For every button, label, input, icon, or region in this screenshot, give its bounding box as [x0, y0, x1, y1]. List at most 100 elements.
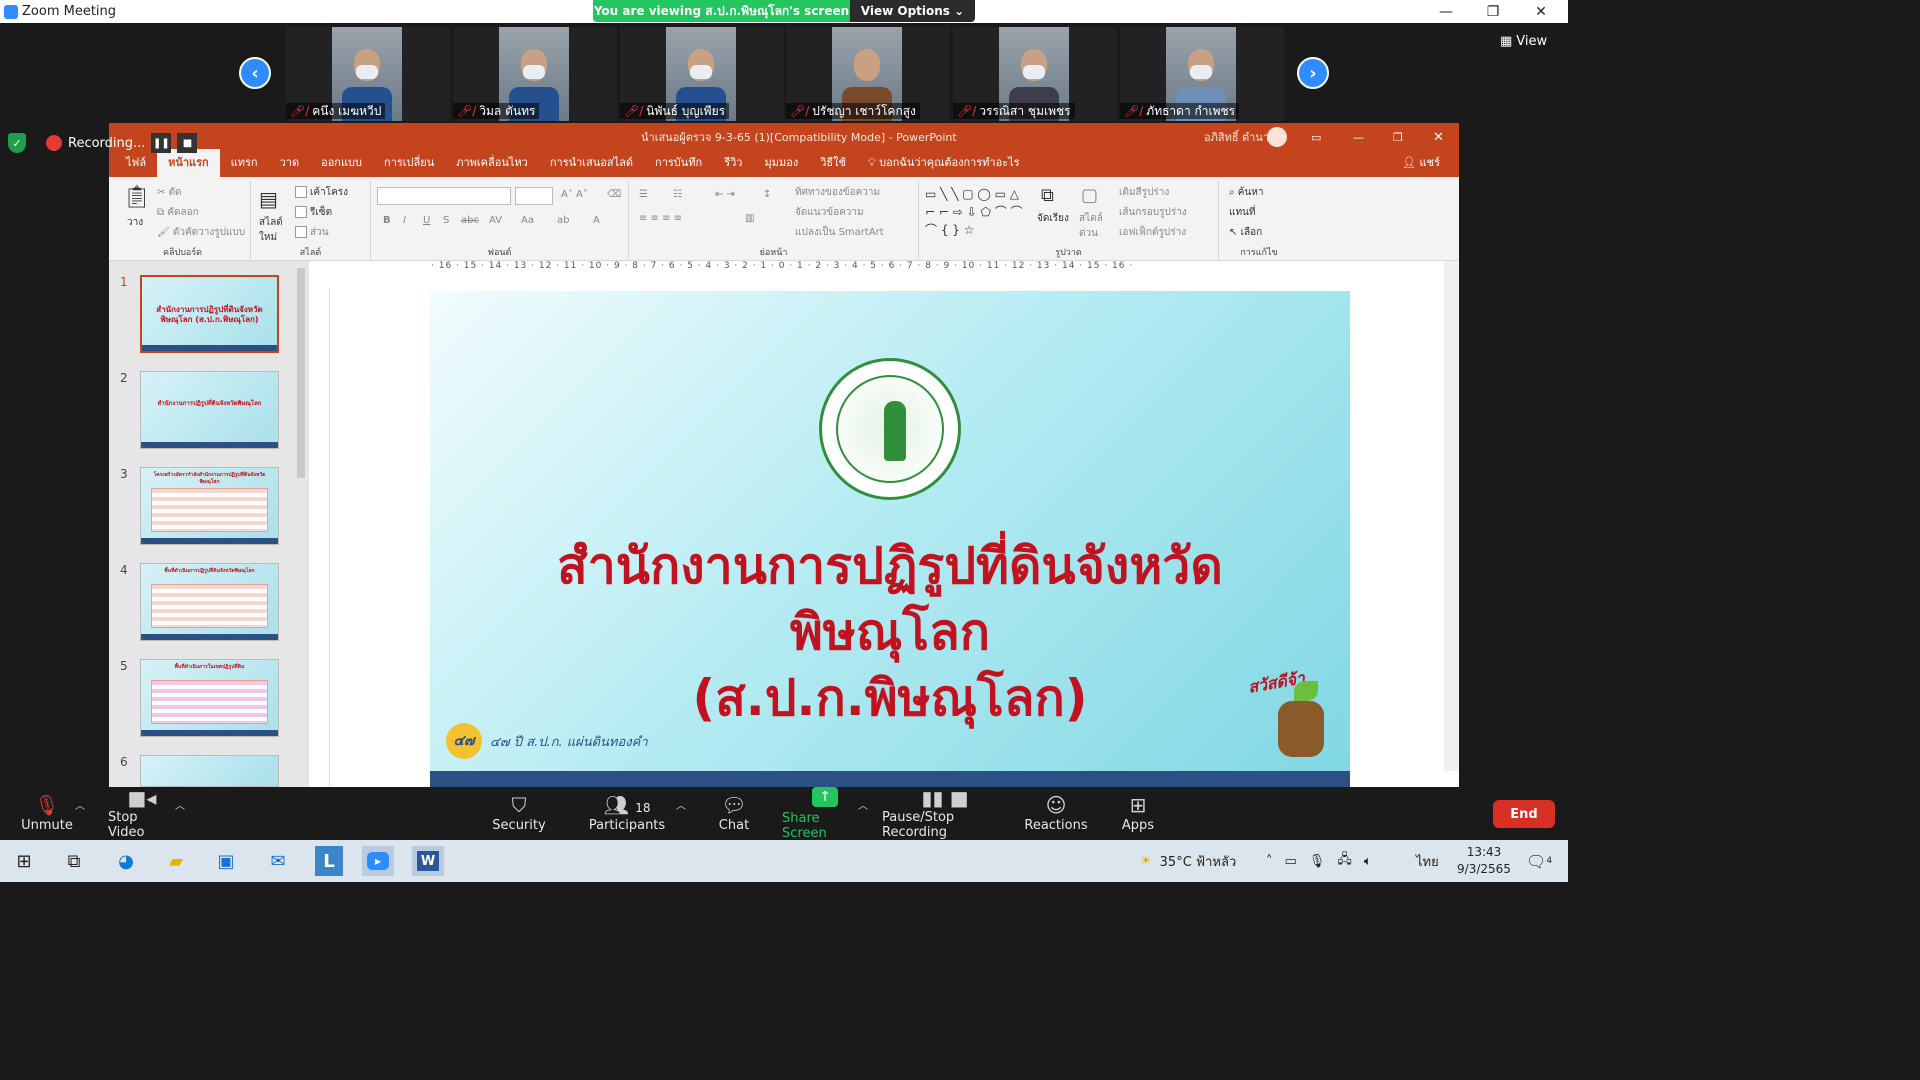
font-color-button[interactable]: A — [593, 215, 600, 226]
pause-stop-recording-button[interactable]: ▮▮ ■ Pause/Stop Recording — [882, 787, 1008, 840]
quick-styles-label[interactable]: สไตล์ด่วน — [1079, 211, 1109, 241]
tab-animations[interactable]: ภาพเคลื่อนไหว — [445, 149, 539, 177]
indent-buttons[interactable]: ⇤ ⇥ — [715, 189, 735, 200]
font-grow-button[interactable]: A˄ A˅ — [561, 189, 588, 200]
change-case-button[interactable]: Aa — [521, 215, 534, 226]
stop-recording-button[interactable]: ■ — [177, 133, 198, 153]
share-button[interactable]: 👤︎ แชร์ — [1391, 149, 1451, 177]
quick-styles-icon[interactable]: ▢ — [1081, 185, 1098, 206]
arrange-icon[interactable]: ⧉ — [1041, 185, 1054, 206]
tab-review[interactable]: รีวิว — [713, 149, 753, 177]
view-button[interactable]: ▦ View — [1500, 28, 1562, 54]
clock[interactable]: 13:43 9/3/2565 — [1456, 840, 1512, 882]
bold-button[interactable]: B — [383, 215, 391, 226]
numbering-button[interactable]: ☷ — [673, 189, 682, 200]
new-slide-label[interactable]: สไลด์ใหม่ — [259, 215, 289, 245]
apps-button[interactable]: ⊞ Apps — [1118, 787, 1158, 840]
participant-tile[interactable]: 🎤︎/ภัทธาดา กำเพชร — [1120, 27, 1284, 121]
file-explorer-icon[interactable]: ▰ — [160, 846, 192, 876]
slide-thumbnail[interactable]: โครงสร้างอัตรากำลังสำนักงานการปฏิรูปที่ด… — [140, 467, 279, 545]
text-direction-button[interactable]: ทิศทางของข้อความ — [795, 185, 880, 200]
slide-thumbnail[interactable]: พื้นที่ดำเนินการในเขตปฏิรูปที่ดิน — [140, 659, 279, 737]
security-button[interactable]: ⛉ Security — [490, 787, 548, 840]
prev-page-button[interactable]: ‹ — [239, 57, 271, 89]
find-button[interactable]: ⌕ ค้นหา — [1229, 185, 1264, 200]
tab-help[interactable]: วิธีใช้ — [809, 149, 857, 177]
edge-browser-icon[interactable]: ◕ — [110, 846, 142, 876]
tab-transitions[interactable]: การเปลี่ยน — [373, 149, 445, 177]
ppt-restore-button[interactable]: ❐ — [1393, 131, 1403, 144]
tell-me-box[interactable]: 💡︎ บอกฉันว่าคุณต้องการทำอะไร — [857, 149, 1031, 177]
shape-fill-button[interactable]: เติมสีรูปร่าง — [1119, 185, 1169, 200]
columns-button[interactable]: ▥ — [745, 213, 754, 224]
line-spacing-button[interactable]: ↕ — [763, 189, 771, 200]
restore-button[interactable]: ❐ — [1470, 0, 1516, 23]
stop-video-button[interactable]: ■◂ Stop Video — [108, 787, 176, 840]
slide-thumbnail[interactable]: สำนักงานการปฏิรูปที่ดินจังหวัดพิษณุโลก — [140, 371, 279, 449]
slide-thumbnail[interactable]: สำนักงานการปฏิรูปที่ดินจังหวัดพิษณุโลก (… — [140, 275, 279, 353]
windows-start-icon[interactable]: ⊞ — [8, 846, 40, 876]
cut-button[interactable]: ✂ ตัด — [157, 185, 182, 200]
task-view-icon[interactable]: ⧉ — [58, 846, 90, 876]
paste-label[interactable]: วาง — [127, 215, 143, 230]
audio-options-caret[interactable]: ︿ — [75, 797, 85, 812]
tab-draw[interactable]: วาด — [269, 149, 311, 177]
notifications-icon[interactable]: 🗨︎ 4 — [1526, 840, 1552, 882]
participant-tile[interactable]: 🎤︎/ปรัชญา เชาว์โคกสูง — [786, 27, 950, 121]
align-buttons[interactable]: ≡ ≡ ≡ ≡ — [639, 213, 682, 224]
reset-button[interactable]: รีเซ็ต — [295, 205, 332, 220]
ppt-minimize-button[interactable]: — — [1353, 131, 1364, 144]
ppt-close-button[interactable]: ✕ — [1433, 130, 1444, 145]
participant-tile[interactable]: 🎤︎/นิพันธ์ บุญเพียร — [620, 27, 784, 121]
editor-scrollbar[interactable] — [1444, 261, 1459, 771]
video-options-caret[interactable]: ︿ — [175, 797, 185, 812]
shape-outline-button[interactable]: เส้นกรอบรูปร่าง — [1119, 205, 1187, 220]
pause-recording-button[interactable]: ❚❚ — [151, 133, 172, 153]
copy-button[interactable]: ⧉ คัดลอก — [157, 205, 199, 220]
share-options-caret[interactable]: ︿ — [858, 797, 868, 812]
slide-thumbnail[interactable]: พื้นที่ดำเนินการปฏิรูปที่ดินจังหวัดพิษณุ… — [140, 563, 279, 641]
new-slide-icon[interactable]: ▤ — [259, 187, 278, 211]
section-button[interactable]: ส่วน — [295, 225, 329, 240]
tab-slideshow[interactable]: การนำเสนอสไลด์ — [539, 149, 644, 177]
slide-canvas[interactable]: สำนักงานการปฏิรูปที่ดินจังหวัด พิษณุโลก … — [430, 291, 1350, 787]
arrange-label[interactable]: จัดเรียง — [1037, 211, 1069, 226]
participant-tile[interactable]: 🎤︎/วรรณิสา ชุมเพชร — [953, 27, 1117, 121]
store-icon[interactable]: ▣ — [210, 846, 242, 876]
clear-format-button[interactable]: ⌫ — [607, 189, 621, 200]
next-page-button[interactable]: › — [1297, 57, 1329, 89]
ribbon-display-icon[interactable]: ▭ — [1311, 131, 1321, 144]
layout-button[interactable]: เค้าโครง — [295, 185, 348, 200]
view-options-button[interactable]: View Options ⌄ — [850, 0, 975, 22]
smartart-button[interactable]: แปลงเป็น SmartArt — [795, 225, 884, 240]
shape-effects-button[interactable]: เอฟเฟ็กต์รูปร่าง — [1119, 225, 1186, 240]
reactions-button[interactable]: ☺ Reactions — [1024, 787, 1087, 840]
system-tray-icons[interactable]: ˄ ▭ 🎙︎ 🖧︎ 🔈︎ — [1266, 840, 1372, 882]
format-painter-button[interactable]: 🖌︎ ตัวคัดวางรูปแบบ — [157, 225, 245, 240]
slide-thumbnail[interactable] — [140, 755, 279, 787]
slide-title[interactable]: สำนักงานการปฏิรูปที่ดินจังหวัด พิษณุโลก … — [470, 533, 1310, 731]
participants-caret[interactable]: ︿ — [676, 797, 686, 812]
weather-widget[interactable]: ☀ 35°C ฟ้าหลัว — [1140, 840, 1236, 882]
minimize-button[interactable]: — — [1423, 0, 1469, 23]
participants-button[interactable]: 👥︎ 18 Participants — [588, 787, 666, 840]
word-taskbar-icon[interactable]: W — [412, 846, 444, 876]
end-meeting-button[interactable]: End — [1493, 800, 1555, 828]
thumbnails-scrollbar[interactable] — [297, 268, 305, 478]
participant-tile[interactable]: 🎤︎/วิมล ตันทร — [453, 27, 617, 121]
tab-view[interactable]: มุมมอง — [753, 149, 809, 177]
tab-design[interactable]: ออกแบบ — [310, 149, 373, 177]
tab-record[interactable]: การบันทึก — [644, 149, 713, 177]
share-screen-button[interactable]: ↑ Share Screen — [782, 786, 868, 841]
strikethrough-button[interactable]: abc — [461, 215, 479, 226]
select-button[interactable]: ↖ เลือก — [1229, 225, 1262, 240]
shapes-gallery[interactable]: ▭ ╲ ╲ ▢ ◯ ▭ △ ⌐ ⌐ ⇨ ⇩ ⬠ ⌒ ⌒ ⌒ { } ☆ — [925, 185, 1029, 241]
underline-button[interactable]: U — [423, 215, 430, 226]
paste-icon[interactable]: 📋︎ — [123, 185, 151, 210]
char-spacing-button[interactable]: AV — [489, 215, 502, 226]
align-text-button[interactable]: จัดแนวข้อความ — [795, 205, 864, 220]
zoom-taskbar-icon[interactable]: ▸ — [362, 846, 394, 876]
chat-button[interactable]: 💬︎ Chat — [712, 787, 756, 840]
bullets-button[interactable]: ☰ — [639, 189, 648, 200]
unmute-button[interactable]: 🎙︎ Unmute — [20, 787, 74, 840]
